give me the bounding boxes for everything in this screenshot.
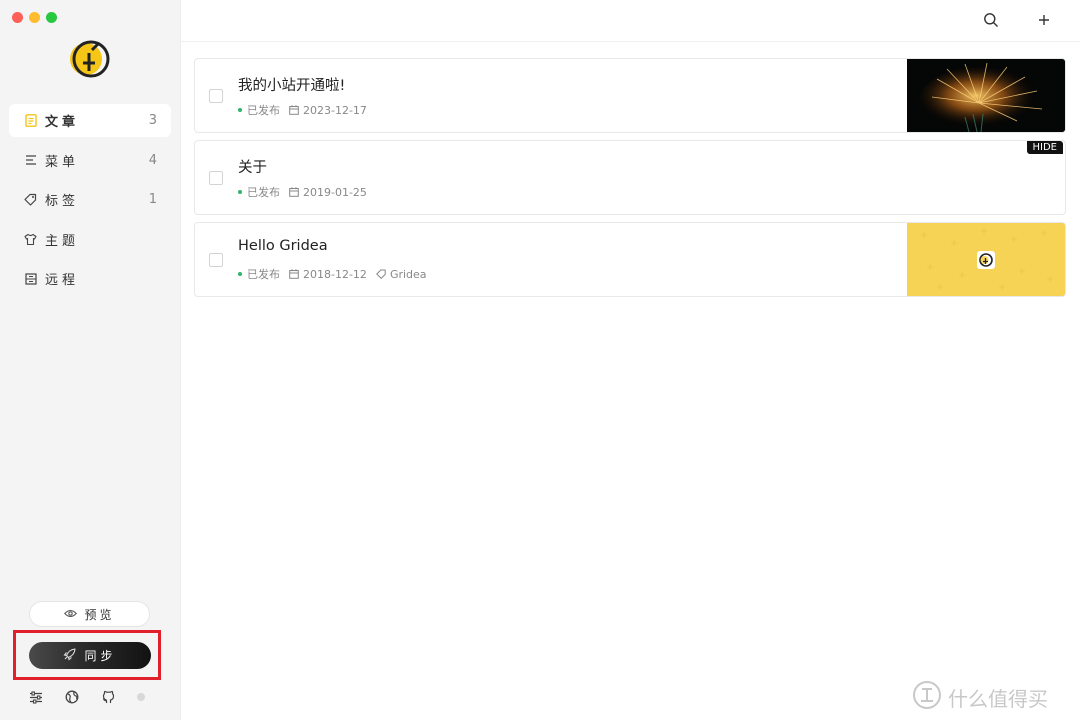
shirt-icon	[24, 233, 37, 246]
post-meta: 已发布 2023-12-17	[238, 102, 367, 118]
server-icon	[24, 272, 37, 285]
sidebar-item-label: 远程	[45, 273, 80, 288]
sidebar: 文章 3 菜单 4 标签 1 主题 远程 预览 同步	[0, 0, 181, 720]
post-card[interactable]: Hello Gridea 已发布 2018-12-12 Gridea	[194, 222, 1066, 297]
post-title: 关于	[238, 160, 267, 176]
calendar-icon	[289, 187, 299, 197]
post-date: 2023-12-17	[303, 103, 367, 117]
gridea-logo	[67, 36, 113, 82]
post-status: 已发布	[247, 268, 280, 281]
sidebar-item-label: 菜单	[45, 154, 80, 170]
post-meta: 已发布 2018-12-12 Gridea	[238, 266, 427, 282]
eye-icon	[64, 607, 78, 621]
sidebar-item-label: 标签	[45, 194, 80, 209]
document-icon	[24, 114, 37, 127]
connection-status-dot	[137, 693, 145, 701]
post-date: 2019-01-25	[303, 185, 367, 199]
sidebar-item-label: 文章	[45, 115, 80, 130]
sidebar-item-remote[interactable]: 远程	[9, 262, 171, 295]
post-title: 我的小站开通啦!	[238, 78, 346, 94]
post-status: 已发布	[247, 186, 280, 199]
post-checkbox[interactable]	[209, 171, 223, 185]
maximize-window-button[interactable]	[46, 12, 57, 23]
plus-icon[interactable]	[1036, 12, 1052, 28]
published-status-dot	[238, 272, 242, 276]
post-card[interactable]: 关于 已发布 2019-01-25 HIDE	[194, 140, 1066, 215]
calendar-icon	[289, 105, 299, 115]
sidebar-item-label: 主题	[45, 233, 80, 249]
post-title: Hello Gridea	[238, 238, 328, 254]
sidebar-item-articles[interactable]: 文章 3	[9, 104, 171, 137]
post-status: 已发布	[247, 104, 280, 117]
sync-button[interactable]: 同步	[29, 642, 151, 669]
post-thumbnail-fireworks	[907, 59, 1065, 132]
post-checkbox[interactable]	[209, 89, 223, 103]
calendar-icon	[289, 269, 299, 279]
sidebar-nav: 文章 3 菜单 4 标签 1 主题 远程	[9, 104, 171, 302]
bottom-toolbar	[29, 690, 145, 704]
close-window-button[interactable]	[12, 12, 23, 23]
sidebar-item-count: 1	[148, 192, 157, 207]
sync-label: 同步	[84, 649, 117, 663]
watermark: 什么值得买	[912, 680, 1048, 715]
post-meta: 已发布 2019-01-25	[238, 184, 367, 200]
topbar	[181, 0, 1080, 42]
published-status-dot	[238, 108, 242, 112]
window-controls	[12, 12, 57, 23]
post-date: 2018-12-12	[303, 267, 367, 281]
github-icon[interactable]	[101, 690, 115, 704]
post-card[interactable]: 我的小站开通啦! 已发布 2023-12-17	[194, 58, 1066, 133]
globe-icon[interactable]	[65, 690, 79, 704]
hidden-badge: HIDE	[1026, 141, 1063, 154]
settings-sliders-icon[interactable]	[29, 690, 43, 704]
search-icon[interactable]	[983, 12, 999, 28]
published-status-dot	[238, 190, 242, 194]
preview-button[interactable]: 预览	[29, 601, 150, 627]
sidebar-item-menu[interactable]: 菜单 4	[9, 144, 171, 177]
preview-label: 预览	[84, 607, 115, 622]
minimize-window-button[interactable]	[29, 12, 40, 23]
post-checkbox[interactable]	[209, 253, 223, 267]
sidebar-item-count: 4	[148, 152, 157, 168]
post-tag: Gridea	[389, 267, 427, 281]
sidebar-item-theme[interactable]: 主题	[9, 223, 171, 256]
rocket-icon	[63, 647, 77, 664]
sidebar-item-tags[interactable]: 标签 1	[9, 183, 171, 216]
tag-icon	[376, 269, 386, 279]
post-thumbnail-gridea	[907, 223, 1065, 296]
menu-lines-icon	[24, 154, 37, 167]
watermark-text: 什么值得买	[948, 687, 1048, 711]
sidebar-item-count: 3	[148, 113, 157, 128]
tag-icon	[24, 193, 37, 206]
watermark-logo-icon	[912, 680, 942, 715]
